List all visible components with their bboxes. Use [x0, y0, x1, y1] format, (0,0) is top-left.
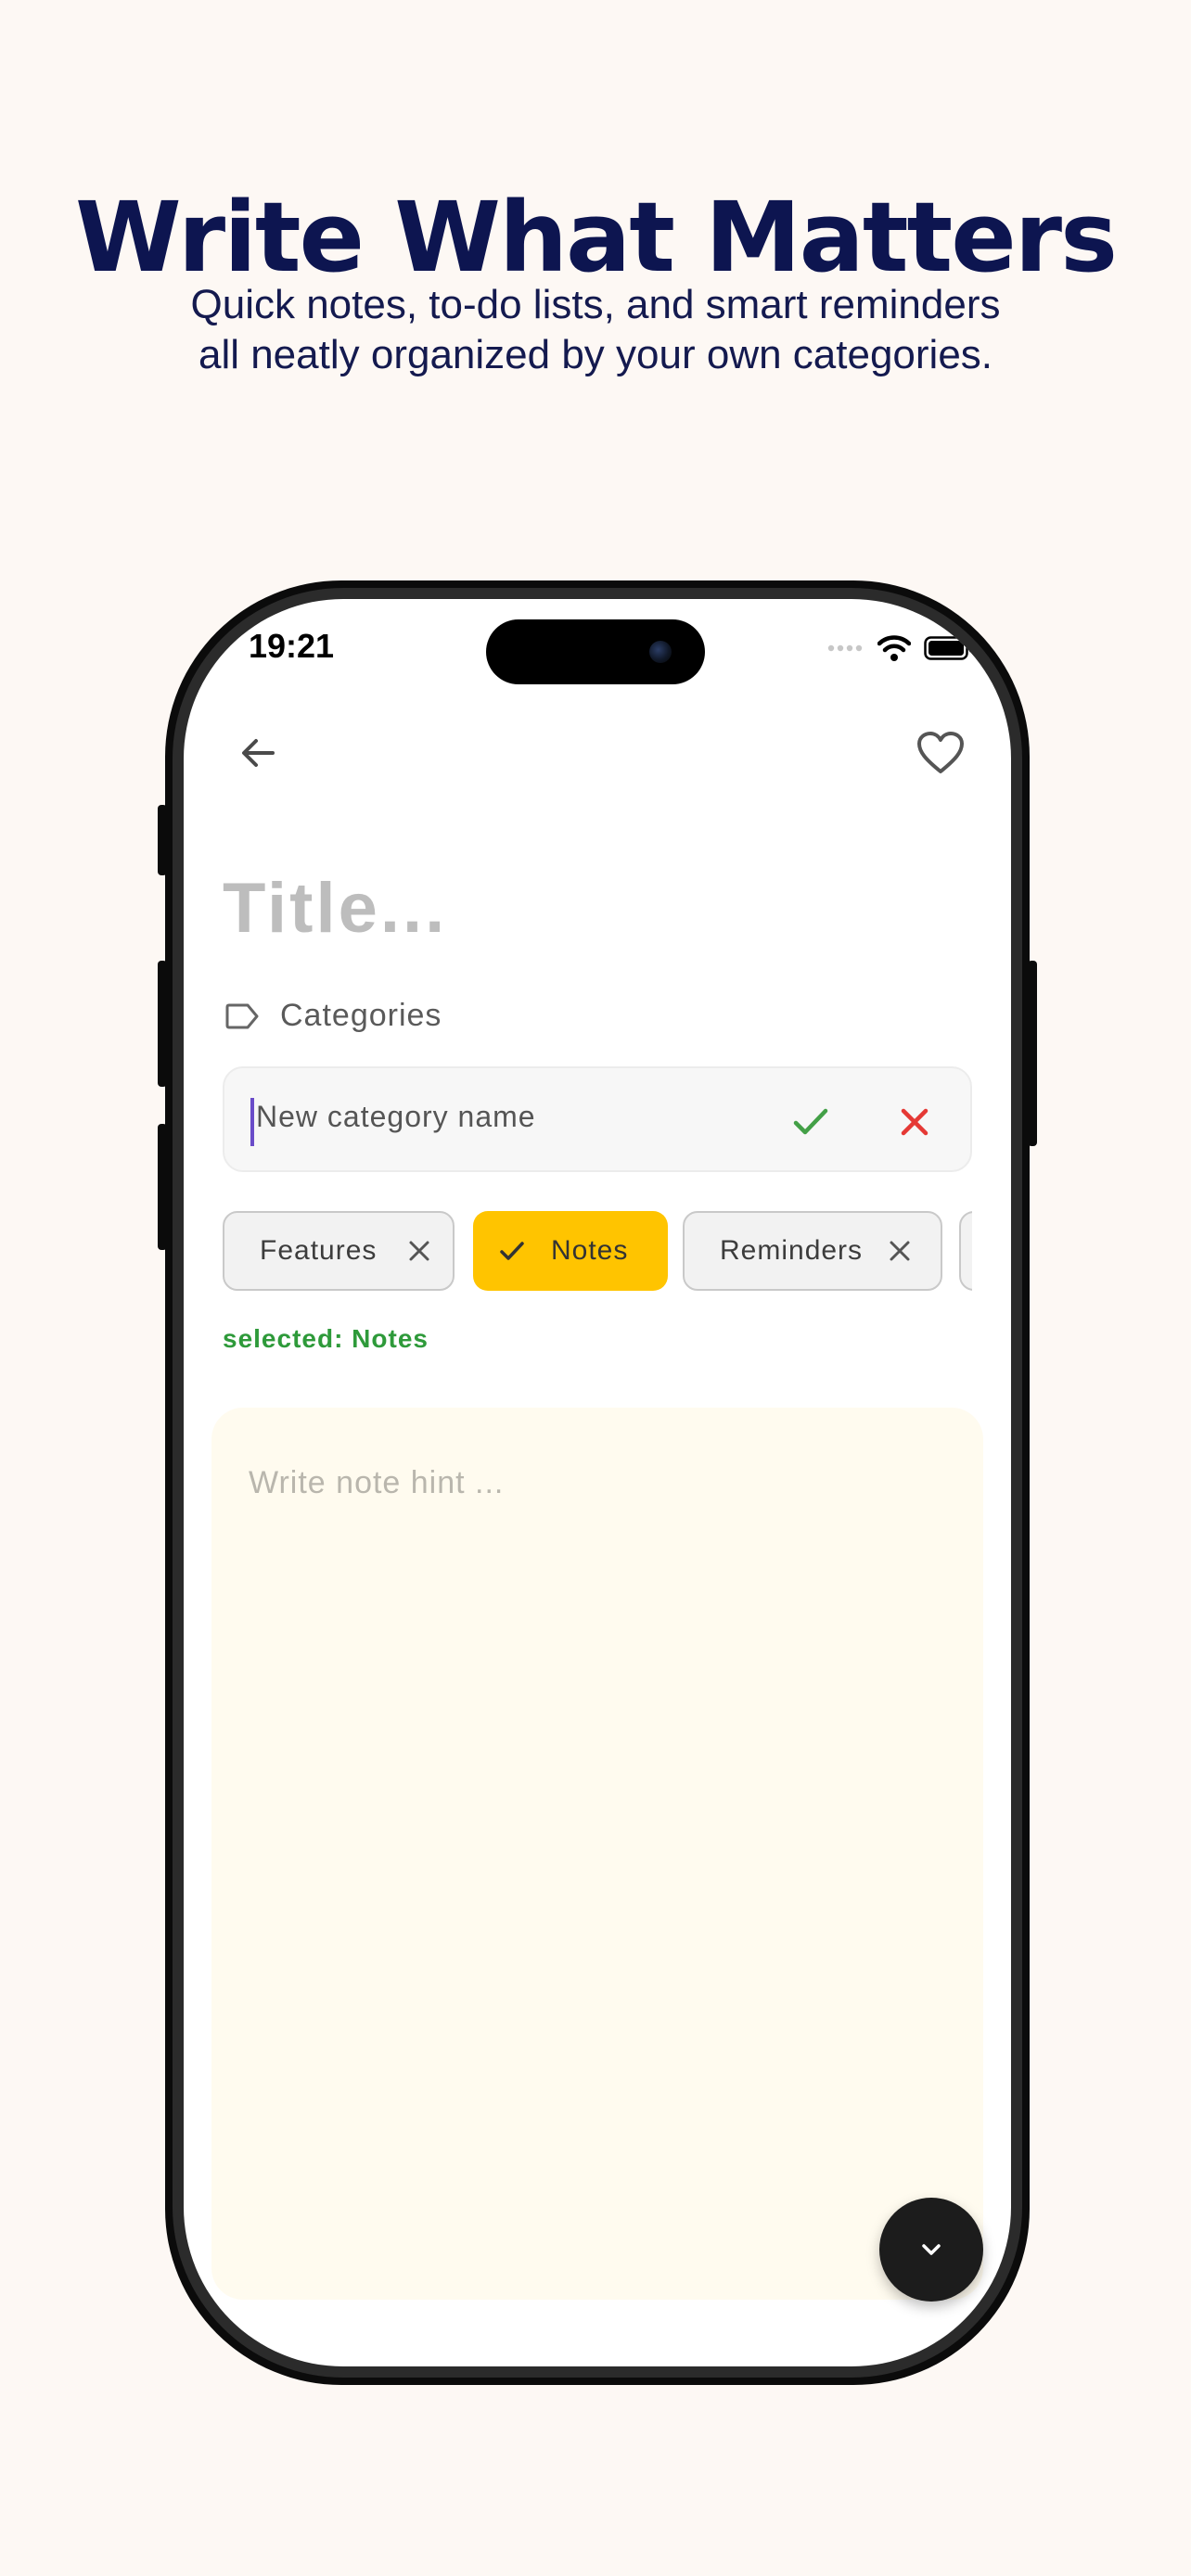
promo-subtitle: Quick notes, to-do lists, and smart remi…	[0, 280, 1191, 380]
chip-overflow[interactable]	[959, 1211, 972, 1291]
chip-features[interactable]: Features	[223, 1211, 455, 1291]
wifi-icon	[877, 635, 911, 661]
new-category-input[interactable]: New category name	[256, 1100, 536, 1134]
selected-category-text: selected: Notes	[223, 1324, 429, 1353]
new-category-field-container: New category name	[223, 1066, 972, 1172]
categories-header: Categories	[224, 998, 442, 1034]
confirm-category-button[interactable]	[781, 1092, 840, 1152]
category-chips: Features Notes Reminders	[223, 1211, 972, 1294]
phone-volume-up-button	[158, 961, 167, 1087]
tag-outline-icon	[225, 1003, 259, 1028]
chip-notes-label: Notes	[551, 1235, 629, 1266]
camera-icon	[649, 641, 672, 663]
chevron-down-icon	[922, 2244, 941, 2255]
check-icon	[500, 1242, 524, 1260]
chip-reminders[interactable]: Reminders	[683, 1211, 942, 1291]
heart-outline-icon	[917, 732, 964, 773]
close-icon	[890, 1241, 910, 1261]
chip-reminders-remove[interactable]	[881, 1232, 918, 1269]
promo-subtitle-line-1: Quick notes, to-do lists, and smart remi…	[190, 282, 1001, 327]
check-icon	[793, 1108, 828, 1135]
favorite-button[interactable]	[903, 720, 978, 786]
phone-action-button	[158, 805, 167, 875]
promo-subtitle-line-2: all neatly organized by your own categor…	[198, 332, 993, 377]
chip-notes[interactable]: Notes	[473, 1211, 668, 1291]
chip-reminders-label: Reminders	[720, 1235, 864, 1266]
phone-volume-down-button	[158, 1124, 167, 1250]
categories-label: Categories	[280, 998, 442, 1033]
chip-features-label: Features	[260, 1235, 378, 1266]
close-icon	[409, 1241, 429, 1261]
note-body-area[interactable]: Write note hint ...	[211, 1408, 983, 2300]
back-button[interactable]	[224, 720, 291, 786]
close-icon	[901, 1108, 928, 1136]
cellular-icon	[827, 644, 863, 652]
phone-power-button	[1028, 961, 1037, 1146]
status-icons	[827, 632, 974, 664]
cancel-category-button[interactable]	[885, 1092, 944, 1152]
phone-screen: 19:21 Title... Categories New category n…	[184, 599, 1011, 2366]
text-cursor	[250, 1098, 254, 1146]
arrow-left-icon	[242, 739, 275, 767]
promo-headline: Write What Matters	[75, 181, 1118, 294]
title-input[interactable]: Title...	[223, 868, 965, 949]
note-body-input[interactable]: Write note hint ...	[249, 1465, 504, 1501]
status-time: 19:21	[249, 627, 335, 665]
dynamic-island	[486, 619, 705, 684]
battery-icon	[924, 636, 973, 660]
chip-features-remove[interactable]	[401, 1232, 438, 1269]
collapse-button[interactable]	[879, 2198, 983, 2302]
